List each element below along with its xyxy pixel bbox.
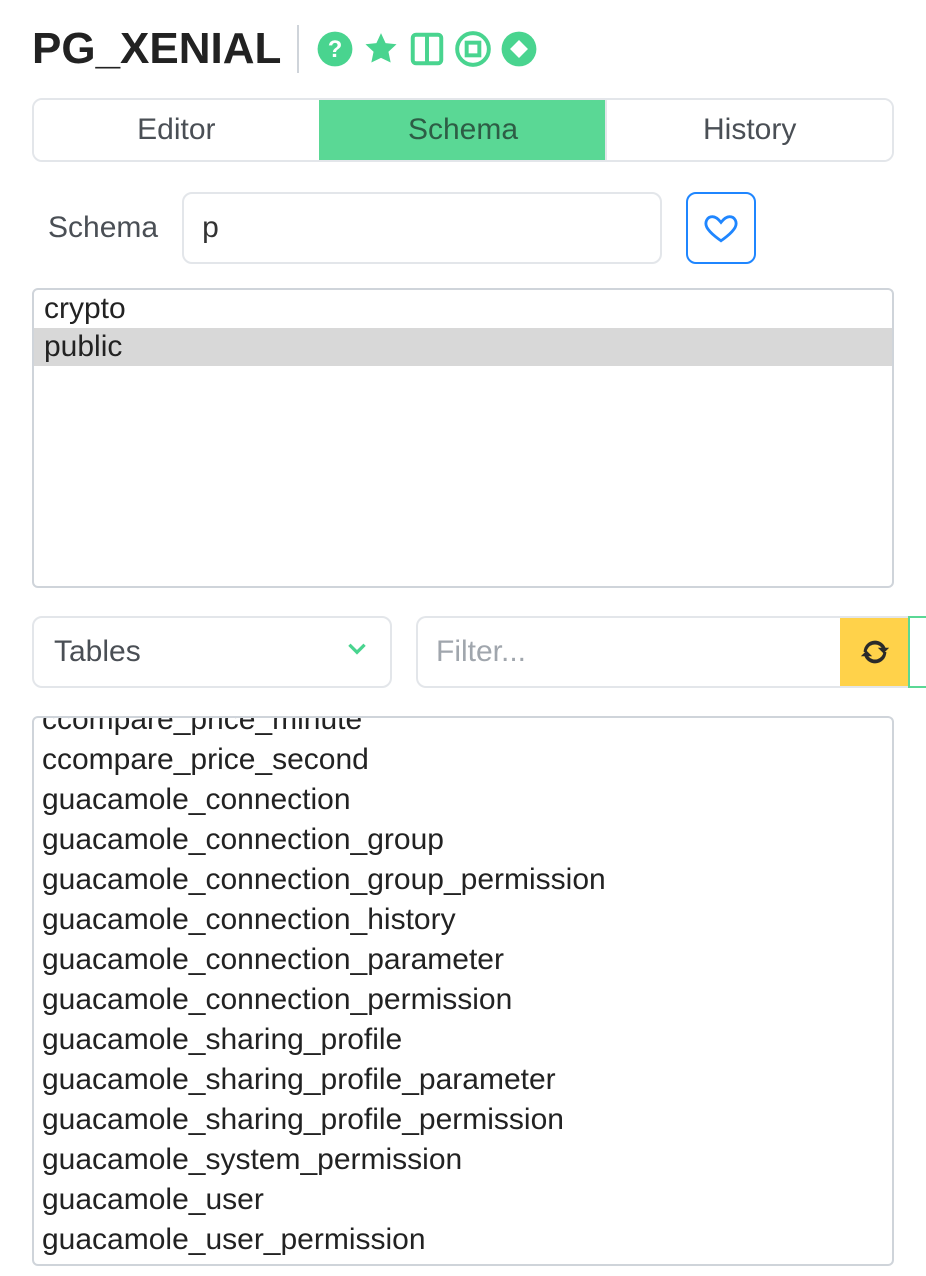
table-item[interactable]: guacamole_connection xyxy=(42,780,884,820)
table-item[interactable]: ccompare_price_second xyxy=(42,740,884,780)
chevron-down-icon xyxy=(344,635,370,669)
header: PG_XENIAL ? xyxy=(32,24,894,74)
object-type-select[interactable]: Tables xyxy=(32,616,392,688)
heart-icon xyxy=(704,211,738,245)
refresh-button[interactable] xyxy=(840,616,910,688)
table-item[interactable]: ccompare_price_minute xyxy=(42,716,884,740)
table-item[interactable]: guacamole_sharing_profile xyxy=(42,1020,884,1060)
tables-toolbar: Tables xyxy=(32,616,894,688)
schema-label: Schema xyxy=(48,211,158,245)
schema-option[interactable]: public xyxy=(34,328,892,366)
tables-list[interactable]: ccompare_price_minute ccompare_price_sec… xyxy=(32,716,894,1266)
tag-icon[interactable] xyxy=(499,29,539,69)
table-item[interactable]: guacamole_connection_parameter xyxy=(42,940,884,980)
schema-filter-row: Schema xyxy=(32,192,894,264)
table-item[interactable]: guacamole_user xyxy=(42,1180,884,1220)
star-icon[interactable] xyxy=(361,29,401,69)
tab-history[interactable]: History xyxy=(605,100,892,160)
tab-schema[interactable]: Schema xyxy=(319,100,606,160)
schema-option[interactable]: crypto xyxy=(34,290,892,328)
help-icon[interactable]: ? xyxy=(315,29,355,69)
table-item[interactable]: guacamole_sharing_profile_parameter xyxy=(42,1060,884,1100)
object-type-label: Tables xyxy=(54,635,141,669)
table-item[interactable]: guacamole_connection_group_permission xyxy=(42,860,884,900)
table-item[interactable]: guacamole_connection_history xyxy=(42,900,884,940)
table-item[interactable]: hr_employees xyxy=(42,1260,884,1266)
table-item[interactable]: guacamole_connection_group xyxy=(42,820,884,860)
header-icons: ? xyxy=(315,29,539,69)
table-item[interactable]: guacamole_connection_permission xyxy=(42,980,884,1020)
main-tabs: Editor Schema History xyxy=(32,98,894,162)
table-item[interactable]: guacamole_sharing_profile_permission xyxy=(42,1100,884,1140)
divider xyxy=(297,25,299,73)
favorite-button[interactable] xyxy=(686,192,756,264)
svg-text:?: ? xyxy=(328,36,343,63)
connection-title: PG_XENIAL xyxy=(32,24,281,74)
table-item[interactable]: guacamole_user_permission xyxy=(42,1220,884,1260)
refresh-icon xyxy=(858,635,892,669)
tab-editor[interactable]: Editor xyxy=(34,100,319,160)
stop-icon[interactable] xyxy=(453,29,493,69)
columns-icon[interactable] xyxy=(407,29,447,69)
table-item[interactable]: guacamole_system_permission xyxy=(42,1140,884,1180)
freeze-button[interactable] xyxy=(908,616,926,688)
schema-input[interactable] xyxy=(182,192,662,264)
tables-filter-input[interactable] xyxy=(416,616,840,688)
schema-list[interactable]: crypto public xyxy=(32,288,894,588)
